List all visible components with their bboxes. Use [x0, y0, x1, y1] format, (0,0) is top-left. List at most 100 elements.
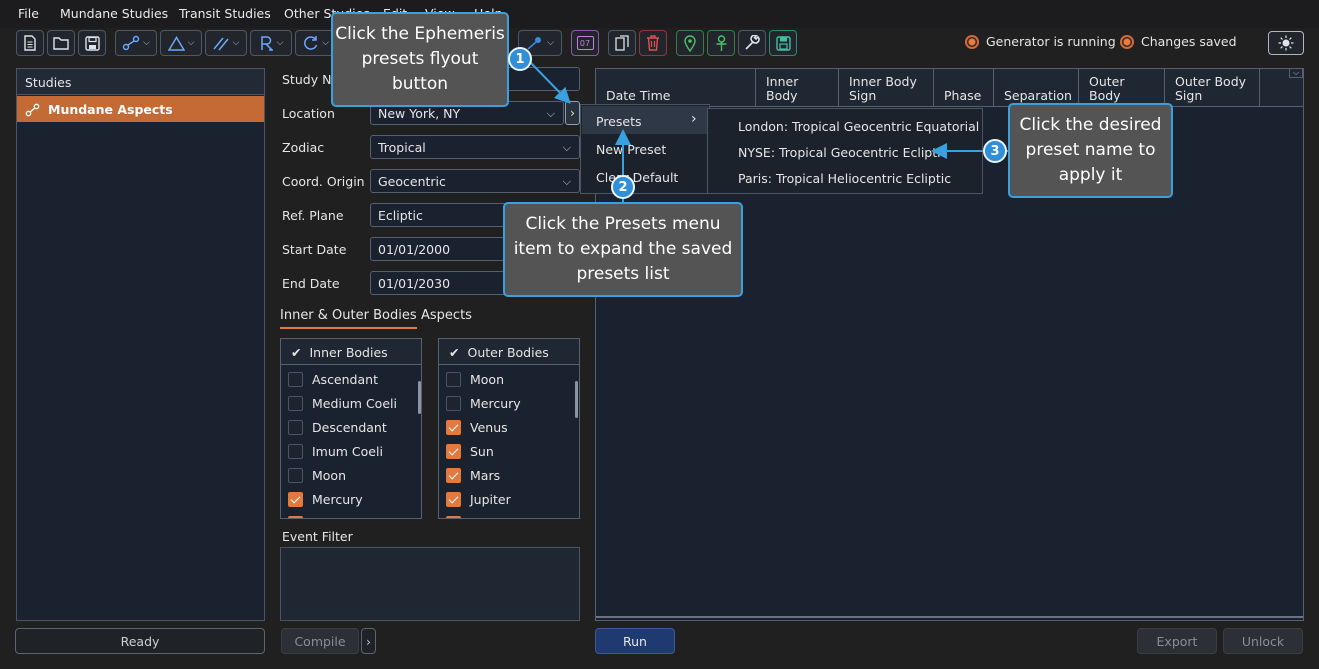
checkbox[interactable]	[288, 491, 303, 507]
menu-transit-studies[interactable]: Transit Studies	[179, 6, 271, 21]
cycle-icon	[304, 36, 318, 50]
callout-preset-name: Click the desired preset name to apply i…	[1008, 103, 1173, 198]
theme-toggle-button[interactable]	[1268, 31, 1304, 55]
checkbox[interactable]	[446, 467, 461, 483]
menu-file[interactable]: File	[18, 6, 39, 21]
export-button[interactable]: Export	[1137, 628, 1217, 654]
checkbox[interactable]	[446, 515, 461, 518]
presets-submenu: London: Tropical Geocentric Equatorial N…	[707, 108, 983, 194]
list-item[interactable]: Moon	[281, 463, 421, 487]
chevron-right-icon: ›	[366, 633, 371, 649]
retrograde-dropdown[interactable]: ⌵	[250, 30, 292, 56]
list-item[interactable]: Imum Coeli	[281, 439, 421, 463]
list-item[interactable]: Jupiter	[439, 487, 579, 511]
list-item[interactable]: Venus	[439, 415, 579, 439]
menu-mundane-studies[interactable]: Mundane Studies	[60, 6, 168, 21]
tab-inner-outer-bodies[interactable]: Inner & Outer Bodies	[280, 308, 417, 329]
inner-bodies-header[interactable]: ✔ Inner Bodies	[281, 339, 421, 365]
checkbox[interactable]	[288, 371, 303, 387]
calendar-button[interactable]: 07	[571, 30, 599, 56]
tab-aspects[interactable]: Aspects	[421, 308, 472, 323]
column-date-time[interactable]: Date Time	[596, 69, 756, 107]
parallel-lines-icon	[212, 37, 229, 50]
save-to-disk-button[interactable]	[769, 30, 797, 56]
outer-bodies-header[interactable]: ✔ Outer Bodies	[439, 339, 579, 365]
menu-item-new-preset[interactable]: New Preset	[596, 142, 666, 157]
checkbox[interactable]	[446, 395, 461, 411]
open-folder-button[interactable]	[47, 30, 75, 56]
column-phase[interactable]: Phase	[934, 69, 994, 107]
inner-bodies-scrollbar[interactable]	[418, 381, 421, 414]
checkbox[interactable]	[288, 515, 303, 518]
list-item[interactable]: Mercury	[281, 487, 421, 511]
column-inner-body[interactable]: Inner Body	[756, 69, 839, 107]
inner-bodies-list: ✔ Inner Bodies Ascendant Medium Coeli Desc…	[280, 338, 422, 519]
parallel-dropdown[interactable]: ⌵	[205, 30, 247, 56]
checkbox[interactable]	[288, 419, 303, 435]
zodiac-select[interactable]: Tropical ⌵	[370, 135, 580, 159]
aspect-line-dropdown[interactable]: ⌵	[115, 30, 157, 56]
retrograde-icon	[260, 35, 273, 51]
preset-nyse[interactable]: NYSE: Tropical Geocentric Ecliptic	[738, 145, 947, 160]
unlock-button[interactable]: Unlock	[1223, 628, 1303, 654]
triangle-dropdown[interactable]: ⌵	[160, 30, 202, 56]
ephemeris-presets-flyout-button[interactable]: ›	[565, 101, 580, 125]
outer-bodies-header-label: Outer Bodies	[467, 345, 549, 360]
step-badge-3: 3	[983, 139, 1007, 163]
column-outer-body[interactable]: Outer Body	[1079, 69, 1165, 107]
list-item[interactable]: Mercury	[439, 391, 579, 415]
ref-plane-value: Ecliptic	[378, 208, 423, 223]
compile-button[interactable]: Compile	[281, 628, 359, 654]
chevron-down-icon: ⌵	[546, 107, 555, 120]
preset-london[interactable]: London: Tropical Geocentric Equatorial	[738, 119, 979, 134]
save-button[interactable]	[78, 30, 106, 56]
checkbox[interactable]	[446, 443, 461, 459]
menu-item-clear-default[interactable]: Clear Default	[596, 170, 678, 185]
list-item[interactable]: Descendant	[281, 415, 421, 439]
column-outer-body-sign[interactable]: Outer Body Sign	[1165, 69, 1260, 107]
menu-item-presets[interactable]: Presets	[596, 114, 642, 129]
delete-button[interactable]	[639, 30, 667, 56]
changes-status-text: Changes saved	[1141, 34, 1237, 49]
callout-presets-item: Click the Presets menu item to expand th…	[503, 202, 743, 297]
checkbox[interactable]	[288, 443, 303, 459]
column-chooser-button[interactable]: ⌵	[1289, 68, 1303, 78]
study-item-mundane-aspects[interactable]: Mundane Aspects	[17, 96, 264, 122]
checkbox[interactable]	[288, 467, 303, 483]
column-separation[interactable]: Separation	[994, 69, 1079, 107]
copy-button[interactable]	[608, 30, 636, 56]
settings-button[interactable]	[738, 30, 766, 56]
coord-origin-select[interactable]: Geocentric ⌵	[370, 169, 580, 193]
run-button[interactable]: Run	[595, 628, 675, 654]
chevron-down-icon: ⌵	[322, 38, 329, 48]
ankh-icon	[716, 34, 726, 51]
table-horizontal-scrollbar[interactable]	[596, 616, 1303, 618]
calendar-icon: 07	[576, 36, 594, 50]
checkmark-icon: ✔	[291, 345, 302, 360]
ankh-button[interactable]	[707, 30, 735, 56]
list-item-partial[interactable]	[439, 511, 579, 518]
event-filter-input[interactable]	[280, 547, 580, 621]
list-item[interactable]: Ascendant	[281, 367, 421, 391]
list-item[interactable]: Moon	[439, 367, 579, 391]
checkbox[interactable]	[288, 395, 303, 411]
chevron-down-icon: ⌵	[276, 38, 284, 48]
checkbox[interactable]	[446, 371, 461, 387]
checkbox[interactable]	[446, 491, 461, 507]
list-item[interactable]: Mars	[439, 463, 579, 487]
preset-paris[interactable]: Paris: Tropical Heliocentric Ecliptic	[738, 171, 951, 186]
list-item[interactable]: Medium Coeli	[281, 391, 421, 415]
list-item[interactable]: Sun	[439, 439, 579, 463]
callout-flyout-button: Click the Ephemeris presets flyout butto…	[331, 12, 509, 107]
new-file-button[interactable]	[16, 30, 44, 56]
event-filter-label: Event Filter	[282, 529, 353, 544]
list-item-partial[interactable]	[281, 511, 421, 518]
chevron-right-icon: ›	[570, 106, 575, 120]
location-button[interactable]	[676, 30, 704, 56]
outer-bodies-scrollbar[interactable]	[575, 381, 578, 418]
column-inner-body-sign[interactable]: Inner Body Sign	[839, 69, 934, 107]
compile-options-button[interactable]: ›	[361, 628, 376, 654]
trash-icon	[647, 35, 659, 51]
end-date-label: End Date	[282, 276, 340, 291]
checkbox[interactable]	[446, 419, 461, 435]
